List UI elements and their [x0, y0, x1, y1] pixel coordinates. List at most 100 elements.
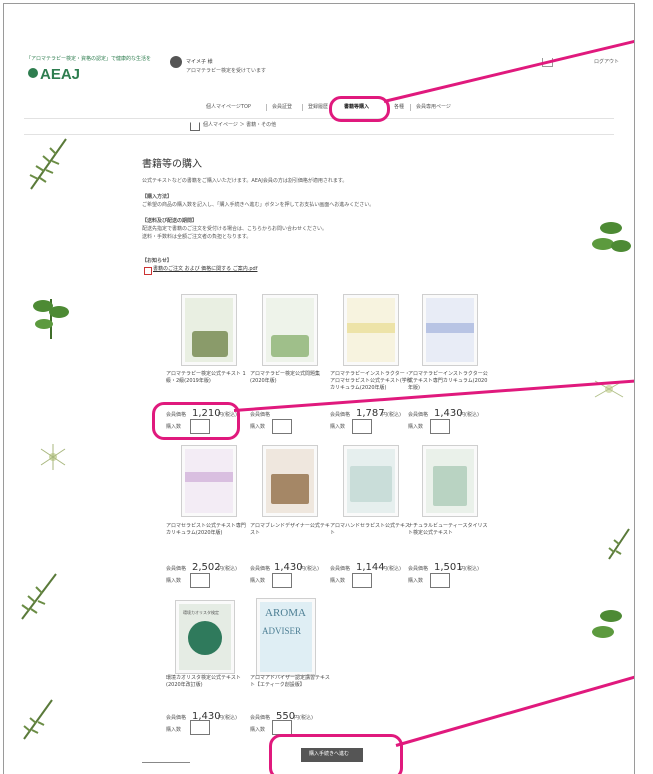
header-tagline: 「アロマテラピー検定・資格の認定」で健康的な生活を	[26, 56, 152, 62]
price-unit-5: 円(税込)	[218, 566, 237, 572]
price-label-8: 会員価格	[408, 566, 429, 572]
product-cover-1[interactable]	[181, 294, 237, 366]
product-cover-9[interactable]: 環境カオリスタ検定	[175, 600, 235, 674]
product-cover-2[interactable]	[262, 294, 318, 366]
price-unit-3: 円(税込)	[382, 412, 401, 418]
price-label-4: 会員価格	[408, 412, 429, 418]
user-avatar-icon[interactable]	[170, 56, 182, 68]
qty-label-10: 購入数	[250, 727, 266, 733]
highlight-proceed-button	[269, 734, 403, 774]
product-cover-10[interactable]: AROMA ADVISER	[256, 598, 316, 676]
purchase-method-title: 【購入方法】	[142, 194, 173, 200]
rosemary-sprig-icon	[608, 528, 630, 560]
price-7: 1,144	[356, 562, 385, 573]
breadcrumb: 個人マイページ ＞ 書籍・その他	[203, 122, 277, 128]
price-label-6: 会員価格	[250, 566, 271, 572]
qty-input-2[interactable]	[272, 419, 292, 434]
shipping-text-2: 送料・手数料は全額ご注文者の負担となります。	[142, 234, 252, 240]
screenshot-frame: 「アロマテラピー検定・資格の認定」で健康的な生活を AEAJ マイメ子 様 アロ…	[3, 3, 635, 774]
qty-label-4: 購入数	[408, 424, 424, 430]
qty-label-7: 購入数	[330, 578, 346, 584]
qty-label-9: 購入数	[166, 727, 182, 733]
qty-label-2: 購入数	[250, 424, 266, 430]
product-cover-8[interactable]	[422, 445, 478, 517]
price-unit-6: 円(税込)	[300, 566, 319, 572]
price-unit-10: 円(税込)	[294, 715, 313, 721]
purchase-method-text: ご希望の商品の購入数を記入し、「購入手続きへ進む」ボタンを押してお支払い画面へお…	[142, 202, 375, 208]
product-title-5: アロマセラピスト公式テキスト専門カリキュラム(2020年版)	[166, 523, 246, 536]
product-cover-3[interactable]	[343, 294, 399, 366]
price-unit-9: 円(税込)	[218, 715, 237, 721]
product-cover-6[interactable]	[262, 445, 318, 517]
qty-label-8: 購入数	[408, 578, 424, 584]
qty-input-10[interactable]	[272, 720, 292, 735]
price-unit-8: 円(税込)	[460, 566, 479, 572]
cover-9-text: 環境カオリスタ検定	[183, 610, 219, 615]
nav-divider	[410, 104, 411, 111]
rosemary-sprig-icon	[29, 138, 67, 190]
rosemary-sprig-icon	[23, 699, 53, 740]
product-title-10: アロマアドバイザー認定講習テキスト【エティーク創設版】	[250, 675, 330, 688]
price-label-2: 会員価格	[250, 412, 271, 418]
price-label-10: 会員価格	[250, 715, 271, 721]
nav-item-history[interactable]: 登録履歴	[308, 104, 328, 111]
qty-input-7[interactable]	[352, 573, 372, 588]
callout-line-button	[395, 673, 634, 747]
product-cover-5[interactable]	[181, 445, 237, 517]
pdf-icon	[144, 267, 152, 275]
price-5: 2,502	[192, 562, 221, 573]
user-name: マイメ子 様	[186, 59, 213, 65]
qty-label-3: 購入数	[330, 424, 346, 430]
nav-underline	[24, 118, 614, 119]
price-6: 1,430	[274, 562, 303, 573]
product-title-3: アロマテラピーインストラクター・アロマセラピスト公式テキスト(学科カリキュラム(…	[330, 371, 412, 391]
flower-sprig-icon	[594, 380, 624, 398]
page-title: 書籍等の購入	[142, 159, 202, 170]
logo-mark-icon	[28, 68, 38, 78]
notice-title: 【お知らせ】	[142, 258, 172, 264]
highlight-quantity-input	[152, 402, 240, 440]
notice-pdf-link[interactable]: 書籍のご注文 および 価格に関する ご案内.pdf	[153, 266, 257, 273]
price-4: 1,430	[434, 408, 463, 419]
product-title-6: アロマブレンドデザイナー公式テキスト	[250, 523, 330, 536]
qty-input-4[interactable]	[430, 419, 450, 434]
qty-input-5[interactable]	[190, 573, 210, 588]
nav-item-membership[interactable]: 会員証登	[272, 104, 292, 111]
product-title-1: アロマテラピー検定公式テキスト 1級・2級(2019年版)	[166, 371, 246, 384]
nav-item-misc[interactable]: 各種	[394, 104, 404, 111]
basil-leaves-icon	[592, 222, 631, 252]
price-8: 1,501	[434, 562, 463, 573]
basil-leaves-icon	[33, 299, 69, 339]
nav-divider	[266, 104, 267, 111]
shipping-title: 【送料及び配送の期間】	[142, 218, 198, 224]
nav-item-top[interactable]: 個人マイページTOP	[206, 104, 251, 111]
home-icon[interactable]	[190, 122, 200, 131]
price-3: 1,787	[356, 408, 385, 419]
qty-input-6[interactable]	[272, 573, 292, 588]
product-title-8: ナチュラルビューティースタイリスト検定公式テキスト	[408, 523, 488, 536]
rosemary-sprig-icon	[21, 573, 57, 620]
basil-leaves-icon	[592, 610, 622, 638]
product-title-2: アロマテラピー検定公式問題集(2020年版)	[250, 371, 321, 384]
qty-label-5: 購入数	[166, 578, 182, 584]
highlight-book-purchase-nav	[329, 96, 390, 122]
price-label-3: 会員価格	[330, 412, 351, 418]
cover-10-adviser: ADVISER	[262, 626, 302, 636]
product-cover-7[interactable]	[343, 445, 399, 517]
logout-link[interactable]: ログアウト	[594, 59, 619, 66]
nav-divider	[302, 104, 303, 111]
nav-item-member-page[interactable]: 会員専用ページ	[416, 104, 451, 111]
qty-input-8[interactable]	[430, 573, 450, 588]
qty-input-9[interactable]	[190, 720, 210, 735]
user-subtext: アロマテラピー検定を受けています	[186, 68, 267, 74]
qty-input-3[interactable]	[352, 419, 372, 434]
logo[interactable]: AEAJ	[40, 66, 80, 83]
shipping-text-1: 配送先指定で書籍のご注文を受付ける場合は、こちらからお問い合わせください。	[142, 226, 328, 232]
price-label-9: 会員価格	[166, 715, 187, 721]
product-title-4: アロマテラピーインストラクター公式テキスト専門カリキュラム(2020年版)	[408, 371, 488, 391]
back-link-line	[142, 762, 190, 763]
price-unit-4: 円(税込)	[460, 412, 479, 418]
callout-line-nav	[383, 35, 634, 103]
price-label-7: 会員価格	[330, 566, 351, 572]
product-cover-4[interactable]	[422, 294, 478, 366]
